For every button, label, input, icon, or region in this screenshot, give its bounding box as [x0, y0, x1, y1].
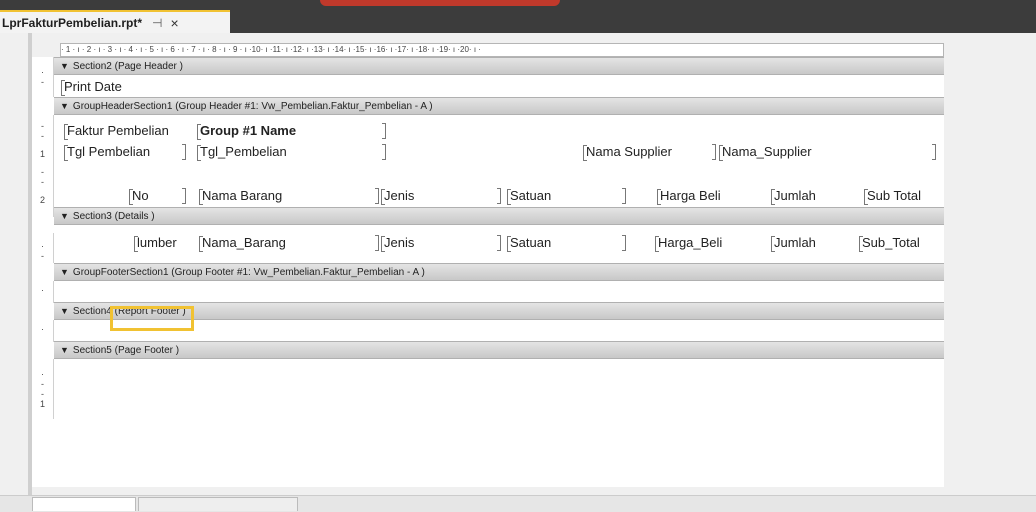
detail-field-nomor[interactable]: lumber: [134, 235, 177, 252]
column-header-satuan[interactable]: Satuan: [506, 188, 551, 205]
horizontal-ruler: · 1 · ı · 2 · ı · 3 · ı · 4 · ı · 5 · ı …: [60, 43, 944, 57]
field-bracket: [622, 235, 626, 251]
bottom-tab-preview[interactable]: [138, 497, 298, 511]
section-page-header[interactable]: ▼ Section2 (Page Header ): [54, 57, 944, 75]
field-bracket: [497, 235, 501, 251]
section-group-footer[interactable]: ▼ GroupFooterSection1 (Group Footer #1: V…: [54, 263, 944, 281]
ruler-mark: ·: [41, 241, 44, 251]
field-bracket: [932, 144, 936, 160]
ruler-mark: -: [41, 121, 44, 131]
field-print-date[interactable]: Print Date: [61, 79, 122, 96]
section-group-header[interactable]: ▼ GroupHeaderSection1 (Group Header #1: V…: [54, 97, 944, 115]
ruler-mark: ·: [41, 324, 44, 334]
ruler-mark: -: [41, 389, 44, 399]
field-bracket: [622, 188, 626, 204]
section-details[interactable]: ▼ Section3 (Details ): [54, 207, 944, 225]
section-label: GroupHeaderSection1 (Group Header #1: Vw…: [72, 101, 433, 112]
collapse-triangle-icon[interactable]: ▼: [60, 211, 69, 221]
detail-field-jenis[interactable]: Jenis: [380, 235, 414, 252]
column-header-jenis[interactable]: Jenis: [380, 188, 414, 205]
field-bracket: [375, 188, 379, 204]
ruler-mark: -: [41, 131, 44, 141]
column-header-jumlah[interactable]: Jumlah: [771, 188, 816, 205]
section-label: GroupFooterSection1 (Group Footer #1: Vw…: [72, 267, 425, 278]
field-bracket: [182, 144, 186, 160]
close-icon[interactable]: ×: [170, 15, 178, 31]
field-bracket: [382, 144, 386, 160]
field-bracket: [182, 188, 186, 204]
collapse-triangle-icon[interactable]: ▼: [60, 61, 69, 71]
ruler-mark: -: [41, 167, 44, 177]
ruler-mark: ·: [41, 285, 44, 295]
column-header-harga-beli[interactable]: Harga Beli: [657, 188, 721, 205]
detail-field-sub-total[interactable]: Sub_Total: [859, 235, 920, 252]
report-canvas: · - - - 1 - - 2 · - · · · - - 1 ▼ Section…: [32, 57, 944, 487]
ruler-mark: ·: [41, 369, 44, 379]
document-tab-title: LprFakturPembelian.rpt*: [2, 15, 143, 30]
field-group-name[interactable]: Group #1 Name: [196, 123, 296, 140]
collapse-triangle-icon[interactable]: ▼: [60, 345, 69, 355]
field-bracket: [497, 188, 501, 204]
label-nama-supplier[interactable]: Nama Supplier: [583, 144, 672, 161]
vertical-ruler-page-header: · -: [32, 57, 54, 97]
ruler-mark: -: [41, 251, 44, 261]
detail-field-jumlah[interactable]: Jumlah: [771, 235, 816, 252]
selection-highlight: [110, 306, 194, 331]
ruler-mark: -: [41, 379, 44, 389]
section-label: Section5 (Page Footer ): [72, 345, 180, 356]
field-tgl-pembelian[interactable]: Tgl_Pembelian: [197, 144, 287, 161]
collapse-triangle-icon[interactable]: ▼: [60, 306, 69, 316]
pin-icon[interactable]: ⊣: [152, 16, 162, 30]
vertical-ruler-report-footer: ·: [32, 320, 54, 342]
detail-field-satuan[interactable]: Satuan: [506, 235, 551, 252]
bottom-tab-main[interactable]: [32, 497, 136, 511]
detail-field-harga-beli[interactable]: Harga_Beli: [654, 235, 722, 252]
ruler-mark: ·: [41, 67, 44, 77]
section-label: Section2 (Page Header ): [72, 61, 183, 72]
vertical-ruler-group-footer: ·: [32, 281, 54, 303]
title-decoration: [320, 0, 560, 6]
label-faktur-pembelian[interactable]: Faktur Pembelian: [64, 123, 169, 140]
collapse-triangle-icon[interactable]: ▼: [60, 101, 69, 111]
ruler-mark: 1: [39, 149, 45, 159]
vertical-ruler-details: · -: [32, 233, 54, 263]
vertical-ruler-group-header: - - 1 - - 2: [32, 115, 54, 217]
field-bracket: [712, 144, 716, 160]
column-header-sub-total[interactable]: Sub Total: [864, 188, 921, 205]
section-label: Section3 (Details ): [72, 211, 155, 222]
field-nama-supplier[interactable]: Nama_Supplier: [719, 144, 812, 161]
collapse-triangle-icon[interactable]: ▼: [60, 267, 69, 277]
label-tgl-pembelian[interactable]: Tgl Pembelian: [63, 144, 150, 161]
column-header-nama-barang[interactable]: Nama Barang: [198, 188, 282, 205]
document-tab[interactable]: LprFakturPembelian.rpt* ⊣ ×: [0, 10, 230, 33]
ruler-mark: -: [41, 177, 44, 187]
ruler-mark: 2: [39, 195, 45, 205]
column-header-no[interactable]: No: [129, 188, 149, 205]
ruler-mark: -: [41, 77, 44, 87]
field-bracket: [382, 123, 386, 139]
ruler-mark: 1: [39, 399, 45, 409]
field-bracket: [375, 235, 379, 251]
detail-field-nama-barang[interactable]: Nama_Barang: [199, 235, 286, 252]
vertical-ruler-page-footer: · - - 1: [32, 359, 54, 419]
section-page-footer[interactable]: ▼ Section5 (Page Footer ): [54, 341, 944, 359]
report-designer: · 1 · ı · 2 · ı · 3 · ı · 4 · ı · 5 · ı …: [0, 33, 1036, 511]
